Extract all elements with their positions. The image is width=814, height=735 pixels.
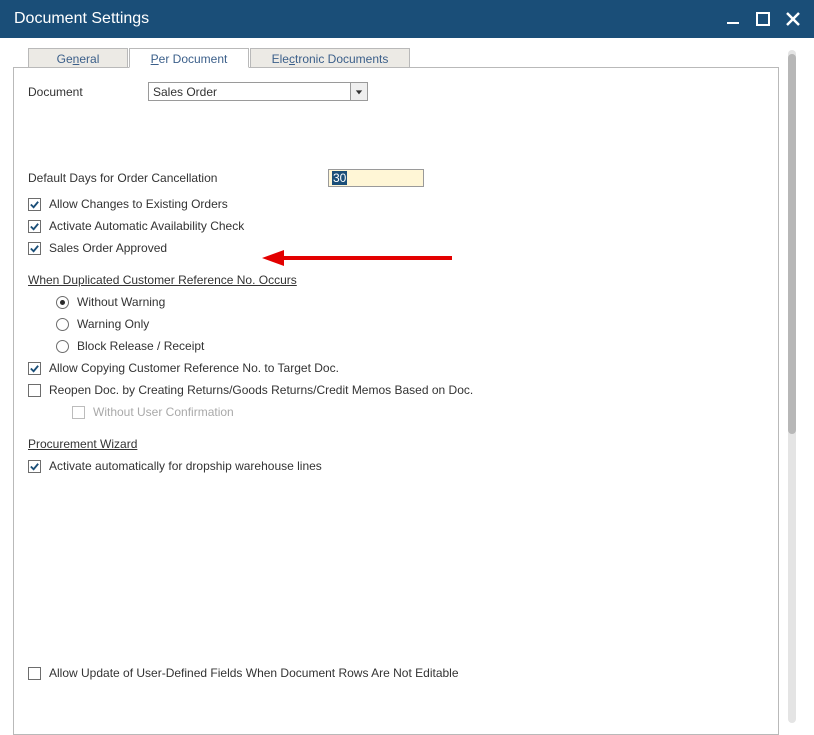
tab-per-doc-label: er Document xyxy=(159,52,228,66)
tab-elec-label-post: tronic Documents xyxy=(295,52,388,66)
tab-per-document[interactable]: Per Document xyxy=(129,48,249,68)
dup-ref-opt2-label: Warning Only xyxy=(77,317,149,331)
tabs: General Per Document Electronic Document… xyxy=(28,48,782,68)
dup-ref-heading: When Duplicated Customer Reference No. O… xyxy=(28,273,764,287)
tab-general[interactable]: General xyxy=(28,48,128,68)
dup-ref-block-radio[interactable] xyxy=(56,340,69,353)
window-title: Document Settings xyxy=(14,10,714,28)
activate-dropship-checkbox[interactable] xyxy=(28,460,41,473)
chevron-down-icon xyxy=(350,83,367,100)
allow-copy-ref-label: Allow Copying Customer Reference No. to … xyxy=(49,361,339,375)
scrollbar[interactable] xyxy=(788,50,796,723)
sales-approved-label: Sales Order Approved xyxy=(49,241,167,255)
allow-udf-label: Allow Update of User-Defined Fields When… xyxy=(49,666,459,680)
scrollbar-thumb[interactable] xyxy=(788,54,796,434)
activate-dropship-label: Activate automatically for dropship ware… xyxy=(49,459,322,473)
sales-approved-checkbox[interactable] xyxy=(28,242,41,255)
document-select[interactable]: Sales Order xyxy=(148,82,368,101)
document-label: Document xyxy=(28,85,148,99)
dup-ref-opt3-label: Block Release / Receipt xyxy=(77,339,204,353)
without-confirm-label: Without User Confirmation xyxy=(93,405,234,419)
tab-elec-label-pre: Ele xyxy=(272,52,289,66)
document-select-value: Sales Order xyxy=(153,85,217,99)
allow-changes-checkbox[interactable] xyxy=(28,198,41,211)
maximize-icon[interactable] xyxy=(752,8,774,30)
tab-general-label-post: eral xyxy=(79,52,99,66)
reopen-doc-checkbox[interactable] xyxy=(28,384,41,397)
allow-changes-label: Allow Changes to Existing Orders xyxy=(49,197,228,211)
tab-per-doc-accel: P xyxy=(151,52,159,66)
allow-copy-ref-checkbox[interactable] xyxy=(28,362,41,375)
default-days-value: 30 xyxy=(332,171,347,185)
activate-auto-checkbox[interactable] xyxy=(28,220,41,233)
default-days-input[interactable]: 30 xyxy=(328,169,424,187)
per-document-panel: Document Sales Order Default Days for Or… xyxy=(13,67,779,735)
tab-electronic-documents[interactable]: Electronic Documents xyxy=(250,48,410,68)
allow-udf-checkbox[interactable] xyxy=(28,667,41,680)
titlebar: Document Settings xyxy=(0,0,814,38)
proc-wizard-heading: Procurement Wizard xyxy=(28,437,764,451)
tab-general-label-pre: Ge xyxy=(57,52,73,66)
dup-ref-opt1-label: Without Warning xyxy=(77,295,165,309)
minimize-icon[interactable] xyxy=(722,8,744,30)
close-icon[interactable] xyxy=(782,8,804,30)
activate-auto-label: Activate Automatic Availability Check xyxy=(49,219,244,233)
dup-ref-without-warning-radio[interactable] xyxy=(56,296,69,309)
reopen-doc-label: Reopen Doc. by Creating Returns/Goods Re… xyxy=(49,383,473,397)
default-days-label: Default Days for Order Cancellation xyxy=(28,171,328,185)
dup-ref-warning-only-radio[interactable] xyxy=(56,318,69,331)
without-confirm-checkbox xyxy=(72,406,85,419)
